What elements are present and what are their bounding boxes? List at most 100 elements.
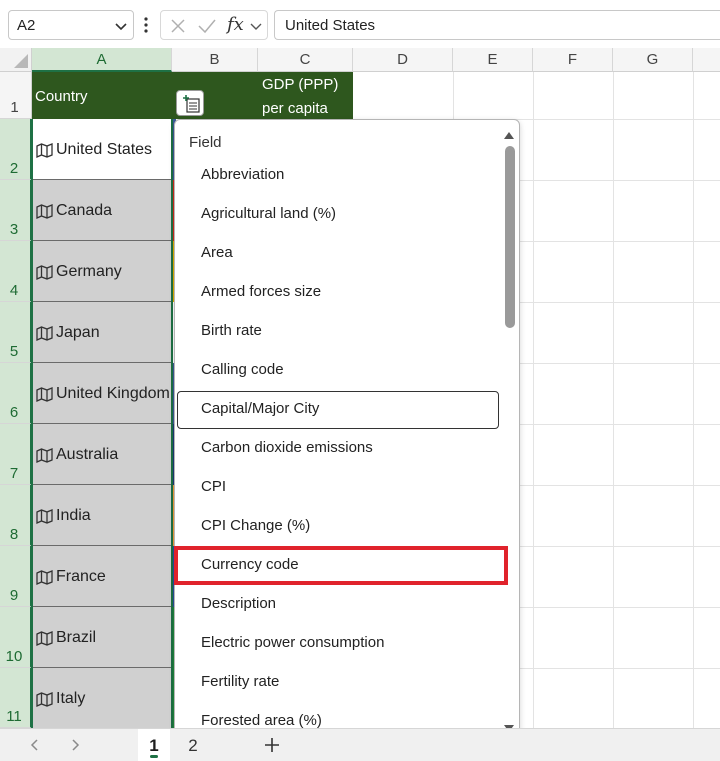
function-icon[interactable]: fx (227, 14, 244, 35)
map-icon (36, 570, 53, 585)
name-box[interactable]: A2 (8, 10, 134, 40)
country-name: Japan (56, 324, 100, 341)
dropdown-item-cpi[interactable]: CPI (201, 478, 226, 495)
row-header-6[interactable]: 6 (0, 363, 32, 424)
country-name: United Kingdom (56, 385, 170, 402)
row-header-10[interactable]: 10 (0, 607, 32, 668)
dropdown-item-abbreviation[interactable]: Abbreviation (201, 166, 284, 183)
country-name: Australia (56, 446, 119, 463)
cell-a11-country[interactable]: Italy (32, 668, 172, 728)
gridline (613, 72, 614, 728)
dropdown-item-agricultural-land[interactable]: Agricultural land (%) (201, 205, 336, 222)
chevron-right-icon[interactable] (68, 738, 82, 752)
country-name: Germany (56, 263, 122, 280)
cancel-icon[interactable] (169, 17, 187, 35)
dropdown-item-area[interactable]: Area (201, 244, 233, 261)
header-cell-gdp[interactable]: GDP (PPP) per capita (258, 72, 353, 119)
column-header-a[interactable]: A (32, 48, 172, 72)
column-header-g[interactable]: G (613, 48, 693, 72)
dropdown-item-capital-major-city[interactable]: Capital/Major City (201, 400, 319, 417)
select-all-corner[interactable] (0, 48, 32, 72)
name-box-value: A2 (17, 17, 36, 34)
row-header-3[interactable]: 3 (0, 180, 32, 241)
dropdown-item-calling-code[interactable]: Calling code (201, 361, 284, 378)
chevron-down-icon[interactable] (113, 18, 129, 34)
formula-input[interactable]: United States (274, 10, 720, 40)
check-icon[interactable] (197, 17, 217, 35)
map-icon (36, 143, 53, 158)
chevron-left-icon[interactable] (28, 738, 42, 752)
country-name: Italy (56, 690, 86, 707)
dropdown-item-carbon-dioxide-emissions[interactable]: Carbon dioxide emissions (201, 439, 373, 456)
column-header-overflow (693, 48, 720, 72)
header-cell-country[interactable]: Country (32, 72, 172, 119)
sheet-tab-1[interactable]: 1 (138, 729, 170, 761)
column-header-b[interactable]: B (172, 48, 258, 72)
cell-a3-country[interactable]: Canada (32, 180, 172, 241)
cell-a8-country[interactable]: India (32, 485, 172, 546)
chevron-down-icon[interactable] (249, 17, 263, 35)
plus-icon[interactable] (262, 735, 282, 755)
row-header-2[interactable]: 2 (0, 119, 32, 180)
map-icon (36, 204, 53, 219)
insert-data-button[interactable] (176, 90, 204, 116)
sheet-tab-label: 1 (149, 736, 159, 755)
cell-a9-country[interactable]: France (32, 546, 172, 607)
row-header-5[interactable]: 5 (0, 302, 32, 363)
header-country-label: Country (35, 88, 88, 105)
row-header-4[interactable]: 4 (0, 241, 32, 302)
dropdown-item-armed-forces-size[interactable]: Armed forces size (201, 283, 321, 300)
map-icon (36, 265, 53, 280)
insert-data-icon (183, 95, 200, 113)
gridline (693, 72, 694, 728)
country-name: Canada (56, 202, 113, 219)
dropdown-item-fertility-rate[interactable]: Fertility rate (201, 673, 279, 690)
dropdown-heading: Field (189, 134, 222, 151)
row-header-11[interactable]: 11 (0, 668, 32, 728)
map-icon (36, 692, 53, 707)
country-name: United States (56, 141, 153, 158)
cell-a4-country[interactable]: Germany (32, 241, 172, 302)
sheet-tab-2[interactable]: 2 (178, 729, 208, 761)
column-header-f[interactable]: F (533, 48, 613, 72)
field-dropdown[interactable]: Field Abbreviation Agricultural land (%)… (174, 119, 520, 742)
dropdown-item-forested-area[interactable]: Forested area (%) (201, 712, 322, 729)
header-gdp-line2: per capita (262, 100, 328, 117)
active-tab-underline (150, 755, 158, 758)
cell-a2-country[interactable]: United States (32, 119, 172, 180)
row-header-9[interactable]: 9 (0, 546, 32, 607)
dropdown-item-cpi-change[interactable]: CPI Change (%) (201, 517, 310, 534)
map-icon (36, 387, 53, 402)
cell-a5-country[interactable]: Japan (32, 302, 172, 363)
dropdown-scrollbar[interactable] (499, 120, 519, 741)
formula-value: United States (285, 17, 376, 34)
cell-a7-country[interactable]: Australia (32, 424, 172, 485)
country-name: Brazil (56, 629, 97, 646)
scroll-up-icon[interactable] (503, 130, 515, 140)
column-header-c[interactable]: C (258, 48, 353, 72)
map-icon (36, 448, 53, 463)
dropdown-item-currency-code[interactable]: Currency code (201, 556, 299, 573)
row-header-7[interactable]: 7 (0, 424, 32, 485)
map-icon (36, 631, 53, 646)
map-icon (36, 509, 53, 524)
column-header-d[interactable]: D (353, 48, 453, 72)
map-icon (36, 326, 53, 341)
dropdown-item-birth-rate[interactable]: Birth rate (201, 322, 262, 339)
scrollbar-thumb[interactable] (505, 146, 515, 328)
sheet-tab-label: 2 (188, 736, 198, 755)
column-header-e[interactable]: E (453, 48, 533, 72)
country-name: India (56, 507, 91, 524)
gridline (533, 72, 534, 728)
select-all-triangle-icon (14, 54, 28, 68)
dropdown-item-description[interactable]: Description (201, 595, 276, 612)
formula-actions: fx (160, 10, 268, 40)
cell-a6-country[interactable]: United Kingdom (32, 363, 172, 424)
row-header-1[interactable]: 1 (0, 72, 32, 119)
dropdown-item-electric-power-consumption[interactable]: Electric power consumption (201, 634, 384, 651)
more-vertical-icon[interactable] (142, 14, 150, 36)
row-header-8[interactable]: 8 (0, 485, 32, 546)
header-gdp-line1: GDP (PPP) (262, 76, 339, 93)
sheet-tab-bar: 1 2 (0, 728, 720, 761)
cell-a10-country[interactable]: Brazil (32, 607, 172, 668)
